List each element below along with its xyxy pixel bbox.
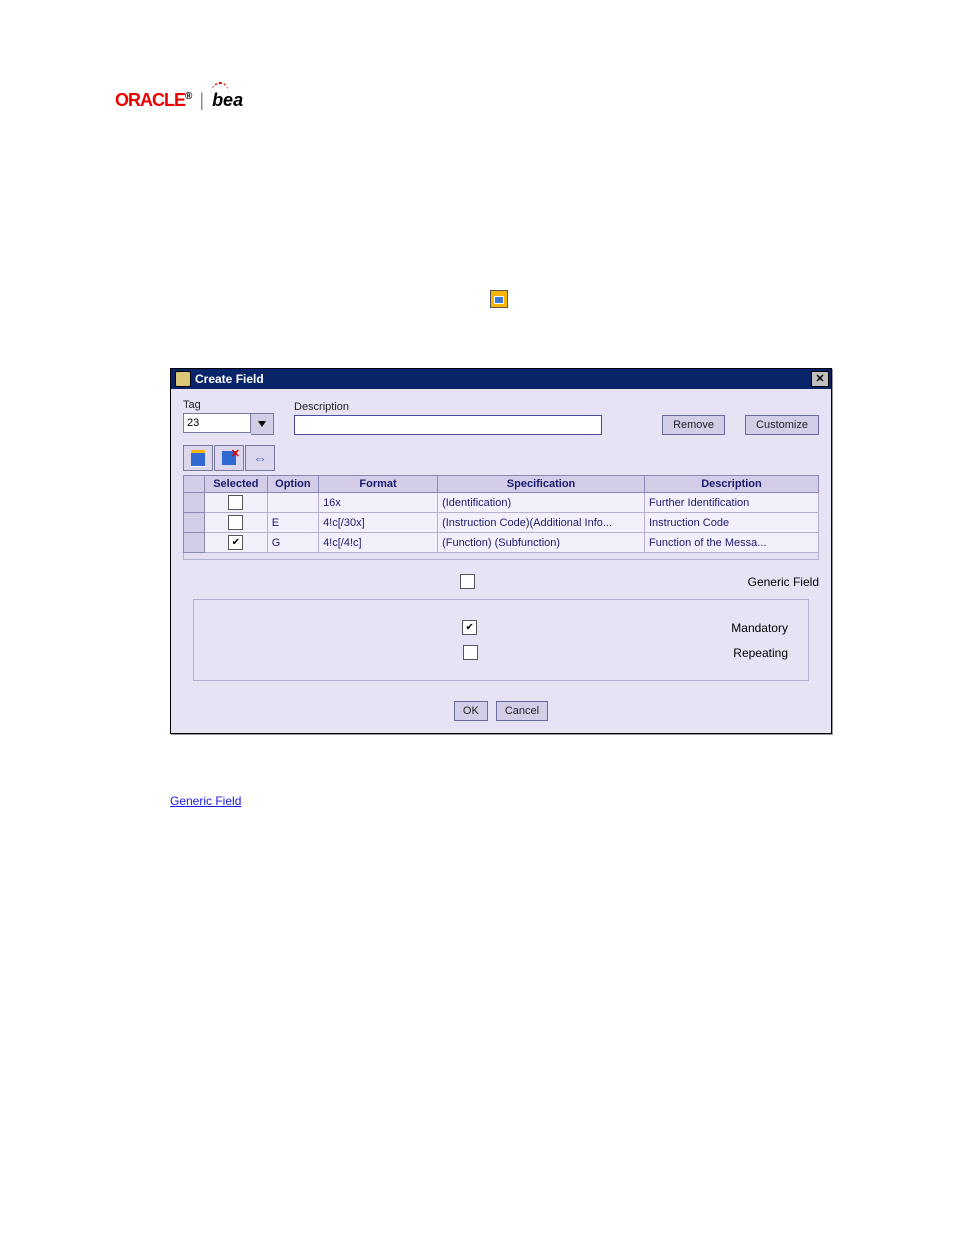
- tag-label: Tag: [183, 399, 274, 411]
- cell-description[interactable]: Instruction Code: [645, 513, 819, 533]
- row-checkbox[interactable]: [228, 495, 243, 510]
- row-header: [184, 533, 205, 553]
- cancel-button[interactable]: Cancel: [496, 701, 548, 721]
- cell-specification[interactable]: (Identification): [438, 493, 645, 513]
- tag-input[interactable]: [183, 413, 251, 433]
- dialog-title: Create Field: [195, 372, 264, 386]
- logo-separator: |: [199, 90, 204, 111]
- add-row-button[interactable]: [183, 445, 213, 471]
- description-input[interactable]: [294, 415, 602, 435]
- mandatory-label: Mandatory: [731, 621, 788, 635]
- ok-button[interactable]: OK: [454, 701, 488, 721]
- swap-arrows-icon: ⇔: [253, 450, 267, 466]
- cell-selected[interactable]: [205, 533, 268, 553]
- table-row[interactable]: 16x(Identification)Further Identificatio…: [184, 493, 819, 513]
- customize-button[interactable]: Customize: [745, 415, 819, 435]
- create-field-dialog: Create Field ✕ Tag Description Remove Cu…: [170, 368, 832, 734]
- generic-field-checkbox[interactable]: [460, 574, 475, 589]
- bea-logo: bea: [212, 90, 243, 111]
- table-row[interactable]: G4!c[/4!c](Function) (Subfunction)Functi…: [184, 533, 819, 553]
- row-header: [184, 513, 205, 533]
- repeating-row[interactable]: Repeating: [214, 645, 788, 660]
- oracle-logo: ORACLE®: [115, 90, 191, 111]
- cell-specification[interactable]: (Function) (Subfunction): [438, 533, 645, 553]
- dialog-icon: [175, 371, 191, 387]
- table-row[interactable]: E4!c[/30x](Instruction Code)(Additional …: [184, 513, 819, 533]
- generic-field-link[interactable]: Generic Field: [170, 794, 241, 808]
- remove-button[interactable]: Remove: [662, 415, 725, 435]
- titlebar: Create Field ✕: [171, 369, 831, 389]
- row-header: [184, 493, 205, 513]
- add-field-icon: [490, 290, 508, 308]
- col-option[interactable]: Option: [267, 476, 318, 493]
- cell-selected[interactable]: [205, 493, 268, 513]
- col-specification[interactable]: Specification: [438, 476, 645, 493]
- options-table: Selected Option Format Specification Des…: [183, 475, 819, 553]
- description-label: Description: [294, 401, 602, 413]
- cell-option[interactable]: G: [267, 533, 318, 553]
- toolbar: ⇔: [183, 445, 819, 471]
- cell-option[interactable]: [267, 493, 318, 513]
- close-button[interactable]: ✕: [811, 371, 829, 387]
- cell-option[interactable]: E: [267, 513, 318, 533]
- col-description[interactable]: Description: [645, 476, 819, 493]
- cell-specification[interactable]: (Instruction Code)(Additional Info...: [438, 513, 645, 533]
- generic-field-row[interactable]: Generic Field: [193, 574, 819, 589]
- col-selected[interactable]: Selected: [205, 476, 268, 493]
- generic-field-label: Generic Field: [748, 575, 819, 589]
- cell-selected[interactable]: [205, 513, 268, 533]
- row-checkbox[interactable]: [228, 535, 243, 550]
- cell-description[interactable]: Function of the Messa...: [645, 533, 819, 553]
- col-format[interactable]: Format: [319, 476, 438, 493]
- swap-button[interactable]: ⇔: [245, 445, 275, 471]
- tag-dropdown-button[interactable]: [251, 413, 274, 435]
- mandatory-row[interactable]: Mandatory: [214, 620, 788, 635]
- delete-row-button[interactable]: [214, 445, 244, 471]
- repeating-checkbox[interactable]: [463, 645, 478, 660]
- chevron-down-icon: [258, 421, 266, 427]
- col-rowheader: [184, 476, 205, 493]
- options-box: Mandatory Repeating: [193, 599, 809, 681]
- cell-format[interactable]: 16x: [319, 493, 438, 513]
- cell-description[interactable]: Further Identification: [645, 493, 819, 513]
- repeating-label: Repeating: [733, 646, 788, 660]
- cell-format[interactable]: 4!c[/30x]: [319, 513, 438, 533]
- mandatory-checkbox[interactable]: [462, 620, 477, 635]
- row-checkbox[interactable]: [228, 515, 243, 530]
- logo-bar: ORACLE® | bea: [0, 0, 954, 120]
- cell-format[interactable]: 4!c[/4!c]: [319, 533, 438, 553]
